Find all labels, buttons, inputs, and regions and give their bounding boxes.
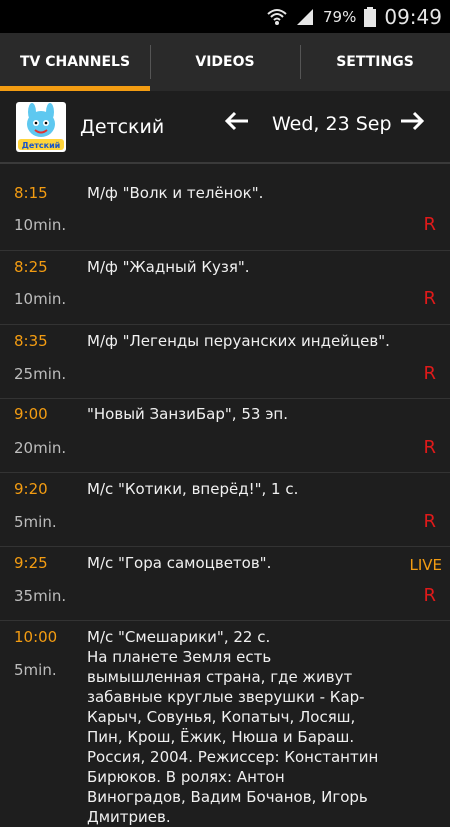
tab-bar: TV CHANNELS VIDEOS SETTINGS	[0, 33, 450, 91]
program-duration: 10min.	[14, 290, 67, 308]
tab-settings[interactable]: SETTINGS	[300, 33, 450, 91]
program-time: 8:35	[14, 332, 48, 350]
signal-icon	[295, 8, 315, 26]
divider	[0, 250, 450, 251]
program-duration: 25min.	[14, 365, 67, 383]
program-title: "Новый ЗанзиБар", 53 эп.	[87, 405, 288, 423]
program-title: М/ф "Жадный Кузя".	[87, 258, 250, 276]
battery-icon	[364, 6, 377, 27]
program-duration: 5min.	[14, 661, 57, 679]
program-time: 8:25	[14, 258, 48, 276]
program-title: М/ф "Легенды перуанских индейцев".	[87, 332, 390, 350]
wifi-icon	[267, 8, 287, 26]
record-button[interactable]: R	[423, 511, 436, 532]
program-title: М/с "Гора самоцветов".	[87, 554, 272, 572]
program-title: М/с "Котики, вперёд!", 1 с.	[87, 480, 299, 498]
channel-header: Детский Детский Wed, 23 Sep	[0, 91, 450, 164]
program-title: М/ф "Волк и телёнок".	[87, 184, 264, 202]
program-time: 10:00	[14, 628, 58, 646]
divider	[0, 398, 450, 399]
record-button[interactable]: R	[423, 585, 436, 606]
program-time: 8:15	[14, 184, 48, 202]
program-title: М/с "Смешарики", 22 с.	[87, 628, 271, 646]
program-duration: 10min.	[14, 216, 67, 234]
program-time: 9:20	[14, 480, 48, 498]
battery-percent: 79%	[323, 7, 357, 26]
logo-text: Детский	[22, 141, 61, 150]
record-button[interactable]: R	[423, 363, 436, 384]
tab-tv-channels[interactable]: TV CHANNELS	[0, 33, 150, 91]
channel-name: Детский	[80, 115, 165, 138]
program-time: 9:00	[14, 405, 48, 423]
live-badge: LIVE	[409, 556, 442, 574]
program-description: На планете Земля есть вымышленная страна…	[87, 648, 379, 826]
divider	[0, 472, 450, 473]
program-duration: 5min.	[14, 513, 57, 531]
arrow-right-icon[interactable]	[399, 109, 425, 139]
divider	[0, 324, 450, 325]
channel-logo[interactable]: Детский	[16, 101, 66, 152]
record-button[interactable]: R	[423, 288, 436, 309]
clock: 09:49	[384, 4, 442, 29]
program-time: 9:25	[14, 554, 48, 572]
schedule-date: Wed, 23 Sep	[272, 113, 392, 135]
tab-videos[interactable]: VIDEOS	[150, 33, 300, 91]
arrow-left-icon[interactable]	[224, 109, 250, 139]
divider	[0, 620, 450, 621]
divider	[0, 546, 450, 547]
status-bar: 79% 09:49	[0, 0, 450, 33]
record-button[interactable]: R	[423, 214, 436, 235]
record-button[interactable]: R	[423, 437, 436, 458]
program-duration: 20min.	[14, 439, 67, 457]
program-duration: 35min.	[14, 587, 67, 605]
